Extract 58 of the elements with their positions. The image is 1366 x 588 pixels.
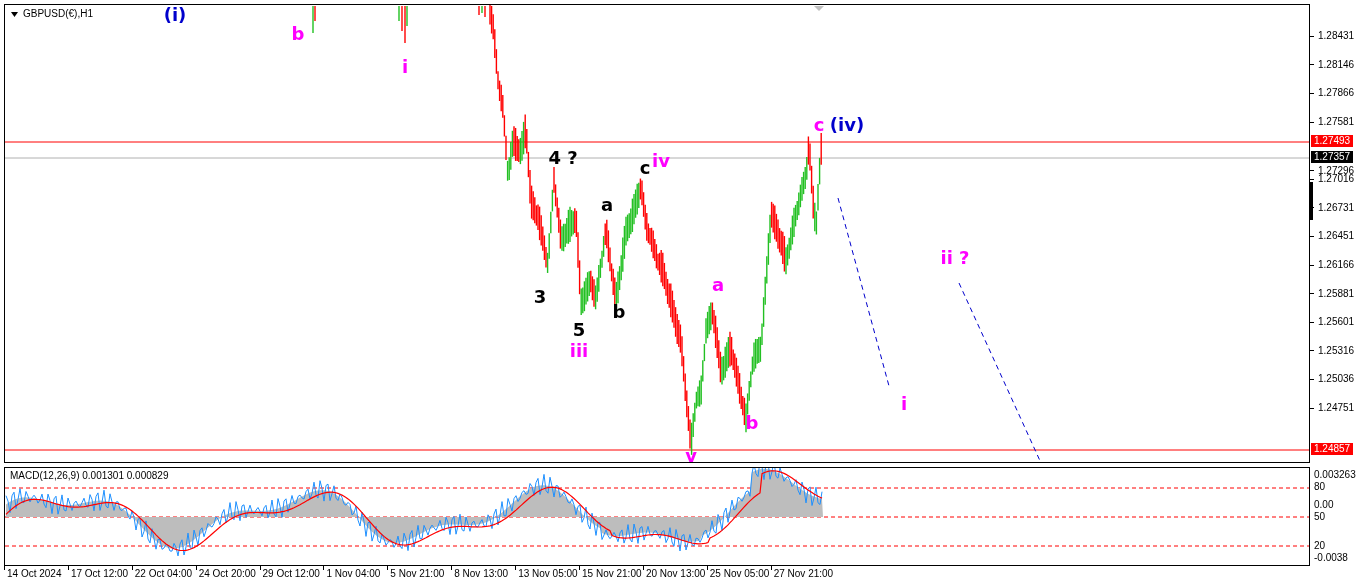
wave-label: b — [745, 414, 759, 432]
macd-title: MACD(12,26,9) 0.001301 0.000829 — [10, 471, 169, 481]
wave-label: 3 — [533, 288, 547, 306]
time-axis-label: 17 Oct 12:00 — [70, 569, 129, 579]
wave-label: c — [813, 116, 825, 134]
wave-label: (iv) — [829, 116, 865, 134]
time-axis-label: 14 Oct 2024 — [7, 569, 62, 579]
indicator-axis-label: 50 — [1314, 512, 1326, 522]
price-axis-label: 1.27581 — [1318, 117, 1355, 128]
price-axis-label: 1.27866 — [1318, 88, 1355, 99]
price-axis-label: 1.27296 — [1318, 165, 1355, 176]
time-axis-label: 5 Nov 21:00 — [390, 569, 445, 579]
wave-label: 5 — [572, 321, 586, 339]
wave-label: v — [685, 447, 697, 462]
price-axis-label: 1.25601 — [1318, 317, 1355, 328]
wave-label: ii ? — [940, 249, 970, 267]
time-axis-label: 15 Nov 21:00 — [582, 569, 642, 579]
price-axis-label: 1.26731 — [1318, 202, 1355, 213]
time-axis-label: 22 Oct 04:00 — [134, 569, 193, 579]
indicator-axis-label: 80 — [1314, 482, 1326, 492]
price-tag: 1.27357 — [1311, 151, 1354, 163]
indicator-axis-label: 20 — [1314, 541, 1326, 551]
time-axis-label: 25 Nov 05:00 — [709, 569, 770, 579]
price-axis-label: 1.25316 — [1318, 345, 1355, 356]
price-axis-label: 1.28431 — [1318, 31, 1355, 42]
price-axis-label: 1.25036 — [1318, 374, 1355, 385]
chart-symbol-title: GBPUSD(€),H1 — [23, 9, 93, 19]
wave-label: a — [600, 196, 614, 214]
indicator-axis-label: 0.003263 — [1314, 470, 1356, 480]
price-axis-label: 1.27016 — [1318, 174, 1355, 185]
wave-label: iv — [652, 152, 670, 170]
price-axis-label: 1.26166 — [1318, 260, 1355, 271]
time-axis-label: 29 Oct 12:00 — [262, 569, 320, 579]
indicator-axis-label: -0.0038 — [1314, 553, 1348, 563]
price-tag: 1.27493 — [1311, 135, 1354, 147]
time-axis-label: 24 Oct 20:00 — [198, 569, 256, 579]
wave-label: a — [711, 276, 725, 294]
price-axis-label: 1.25881 — [1318, 288, 1355, 299]
price-axis-label: 1.24751 — [1318, 403, 1355, 413]
wave-label: i — [401, 58, 409, 76]
price-axis-label: 1.26451 — [1318, 231, 1355, 242]
time-axis-label: 13 Nov 05:00 — [518, 569, 578, 579]
wave-label: c — [639, 159, 651, 177]
time-axis-label: 8 Nov 13:00 — [454, 569, 509, 579]
wave-label: b — [291, 25, 305, 43]
wave-label: i — [900, 395, 908, 413]
time-axis-label: 27 Nov 21:00 — [773, 569, 834, 579]
time-axis-label: 1 Nov 04:00 — [326, 569, 381, 579]
price-tag: 1.24857 — [1311, 443, 1354, 455]
price-axis-label: 1.28146 — [1318, 59, 1355, 70]
wave-label: (i) — [163, 6, 187, 24]
time-axis-label: 20 Nov 13:00 — [645, 569, 706, 579]
indicator-axis-label: 0.00 — [1314, 500, 1334, 510]
dropdown-triangle-icon[interactable] — [11, 11, 18, 17]
wave-label: iii — [569, 342, 589, 360]
shift-marker-icon[interactable] — [814, 6, 824, 11]
wave-label: b — [612, 303, 626, 321]
wave-label: 4 ? — [548, 149, 578, 167]
